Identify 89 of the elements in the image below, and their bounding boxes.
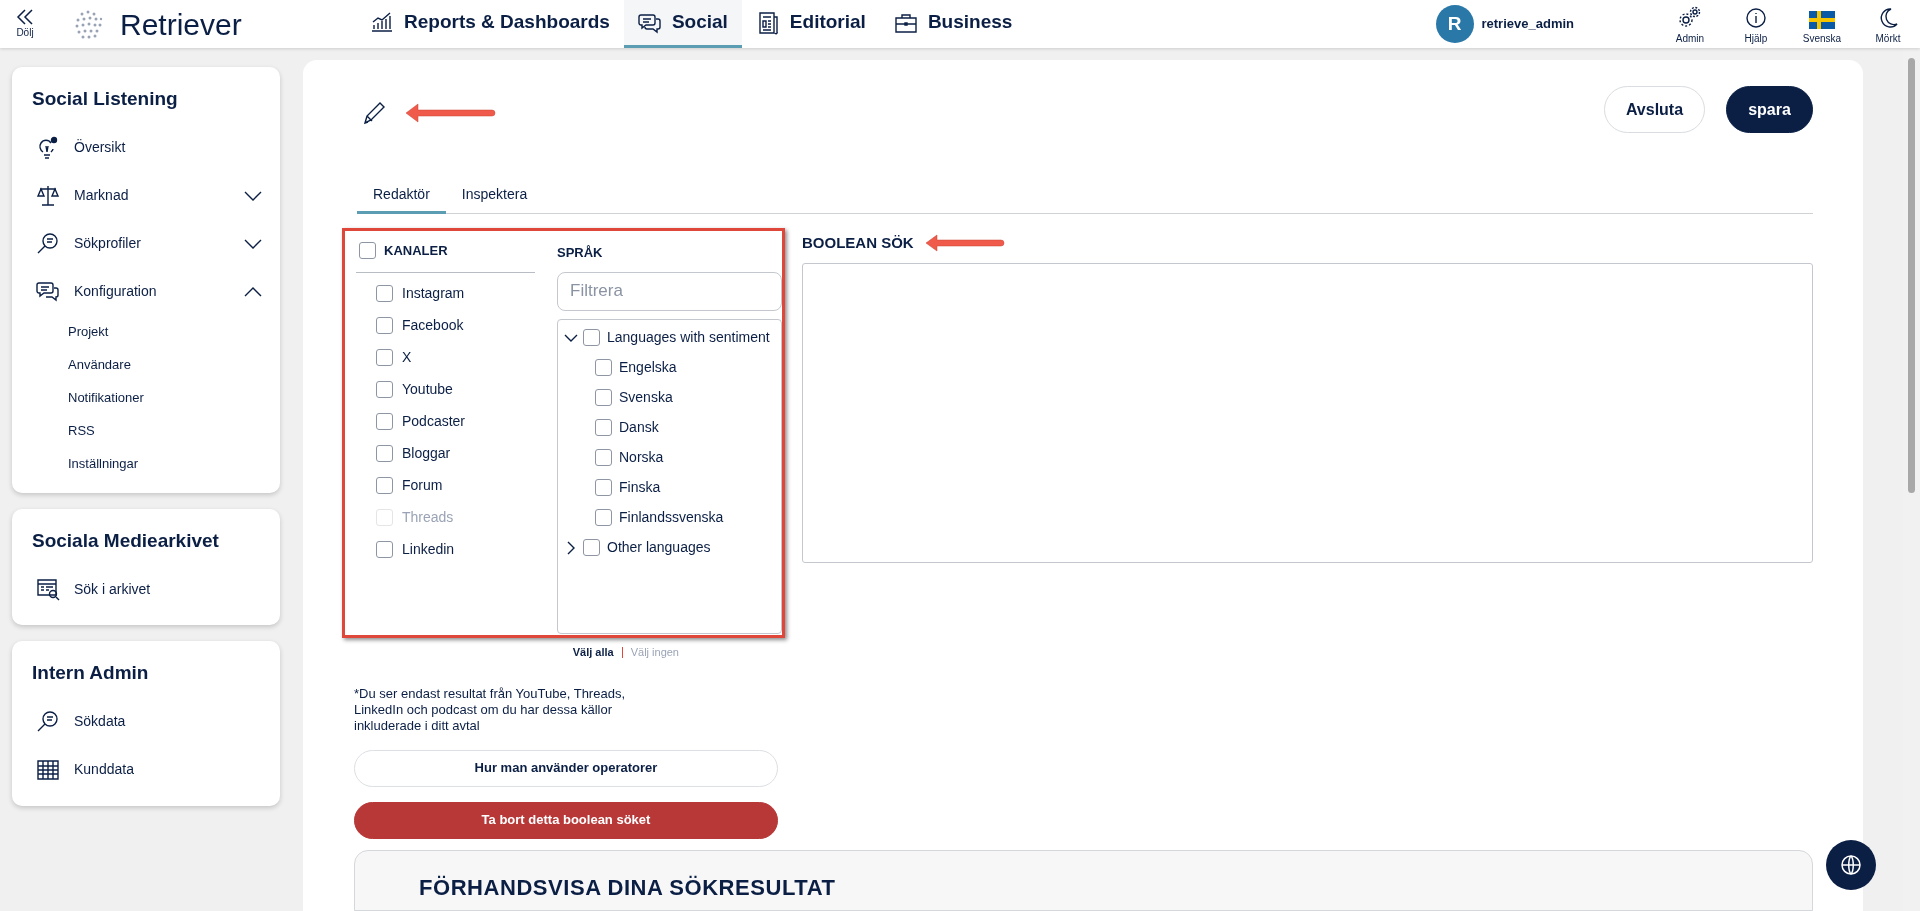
save-button[interactable]: spara	[1726, 86, 1813, 133]
sidebar-subitem[interactable]: RSS	[32, 414, 262, 448]
sidebar-item[interactable]: Sök i arkivet	[32, 565, 262, 613]
delete-button[interactable]: Ta bort detta boolean söket	[354, 801, 778, 839]
sidebar-section-title: Intern Admin	[32, 661, 150, 685]
sidebar-subitem[interactable]: Projekt	[32, 315, 262, 349]
sidebar-item[interactable]: Sökprofiler	[32, 219, 262, 268]
checkbox[interactable]	[595, 389, 612, 406]
tab[interactable]: Redaktör	[357, 178, 446, 214]
cancel-button[interactable]: Avsluta	[1604, 86, 1705, 133]
language-option[interactable]: Norska	[595, 448, 781, 467]
checkbox[interactable]	[376, 477, 393, 494]
language-option[interactable]: Engelska	[595, 358, 781, 377]
checkbox[interactable]	[376, 317, 393, 334]
search-icon	[36, 709, 60, 734]
channel-option[interactable]: Linkedin	[376, 540, 535, 559]
channel-option[interactable]: Facebook	[376, 316, 535, 335]
checkbox[interactable]	[376, 541, 393, 558]
language-option[interactable]: Finlandssvenska	[595, 508, 781, 527]
checkbox[interactable]	[376, 413, 393, 430]
search-icon	[36, 231, 60, 256]
boolean-search-field[interactable]	[802, 262, 1813, 563]
checkbox[interactable]	[583, 329, 600, 346]
moon-icon	[1878, 7, 1898, 29]
checkbox[interactable]	[359, 242, 376, 260]
language-group-option[interactable]: Other languages	[583, 537, 711, 558]
select-all-link[interactable]: Välj alla	[572, 644, 614, 661]
toolbar-button[interactable]: Hjälp	[1730, 2, 1782, 46]
gears-icon	[1678, 5, 1702, 29]
toolbar-button[interactable]: Admin	[1664, 2, 1716, 46]
help-button[interactable]: Hur man använder operatorer	[354, 749, 778, 787]
sidebar-subitem[interactable]: Notifikationer	[32, 381, 262, 415]
nav-tab[interactable]: Business	[879, 0, 1027, 48]
checkbox[interactable]	[595, 419, 612, 436]
checkbox[interactable]	[595, 509, 612, 526]
nav-tab[interactable]: Editorial	[741, 0, 880, 48]
sidebar-item[interactable]: Konfiguration	[32, 267, 262, 316]
language-option[interactable]: Svenska	[595, 388, 781, 407]
archive-search-icon	[36, 577, 60, 601]
sidebar-subitem[interactable]: Inställningar	[32, 447, 262, 481]
channel-option[interactable]: X	[376, 348, 535, 367]
collapse-button[interactable]: Dölj	[0, 0, 50, 48]
sidebar-item[interactable]: Kunddata	[32, 745, 262, 794]
checkbox[interactable]	[595, 449, 612, 466]
checkbox[interactable]	[376, 381, 393, 398]
checkbox[interactable]	[376, 285, 393, 302]
toolbar-button[interactable]: Mörkt	[1862, 2, 1914, 46]
checkbox[interactable]	[376, 349, 393, 366]
channel-option[interactable]: Youtube	[376, 380, 535, 399]
sidebar-item[interactable]: Marknad	[32, 171, 262, 220]
globe-icon	[1840, 854, 1862, 876]
channel-option: Threads	[376, 508, 535, 527]
channel-option[interactable]: Bloggar	[376, 444, 535, 463]
nav-tab[interactable]: Reports & Dashboards	[356, 0, 624, 48]
speech-bubbles-icon	[36, 279, 60, 304]
sidebar-subitem[interactable]: Användare	[32, 348, 262, 382]
logo-text: Retriever	[120, 6, 242, 43]
preview-heading: FÖRHANDSVISA DINA SÖKRESULTAT	[419, 875, 836, 900]
tab[interactable]: Inspektera	[445, 178, 544, 214]
filter-field[interactable]: Filtrera	[557, 271, 782, 311]
sidebar-item[interactable]: Översikt	[32, 123, 262, 172]
toolbar-button[interactable]: Svenska	[1796, 2, 1848, 46]
checkbox[interactable]	[595, 479, 612, 496]
info-icon	[1745, 7, 1767, 29]
double-chevron-icon	[16, 8, 34, 25]
nav-tab[interactable]: Social	[623, 0, 742, 48]
channel-option[interactable]: Forum	[376, 476, 535, 495]
checkbox[interactable]	[595, 359, 612, 376]
channel-option[interactable]: Instagram	[376, 284, 535, 303]
table-icon	[36, 757, 60, 782]
checkbox[interactable]	[376, 445, 393, 462]
language-option[interactable]: Dansk	[595, 418, 781, 437]
scales-icon	[36, 183, 60, 208]
sidebar-section-title: Sociala Mediearkivet	[32, 528, 220, 553]
language-option[interactable]: Finska	[595, 478, 781, 497]
user-name[interactable]: retrieve_admin	[1481, 14, 1574, 34]
sweden-flag-icon	[1809, 11, 1835, 29]
sidebar-item[interactable]: Sökdata	[32, 697, 262, 746]
channel-option[interactable]: Podcaster	[376, 412, 535, 431]
user-avatar[interactable]: R	[1435, 5, 1474, 43]
section-heading: BOOLEAN SÖK	[802, 233, 914, 253]
language-group-option[interactable]: Languages with sentiment	[583, 327, 770, 348]
sidebar-section-title: Social Listening	[32, 87, 179, 111]
bar-chart-icon	[370, 10, 394, 35]
lightbulb-icon	[36, 135, 60, 160]
checkbox[interactable]	[583, 539, 600, 556]
section-heading: KANALER	[384, 242, 448, 260]
note-text: *Du ser endast resultat från YouTube, Threads, LinkedIn och podcast om du har dessa källor inkluderade i ditt avtal	[354, 685, 626, 734]
section-heading: SPRÅK	[557, 244, 604, 262]
